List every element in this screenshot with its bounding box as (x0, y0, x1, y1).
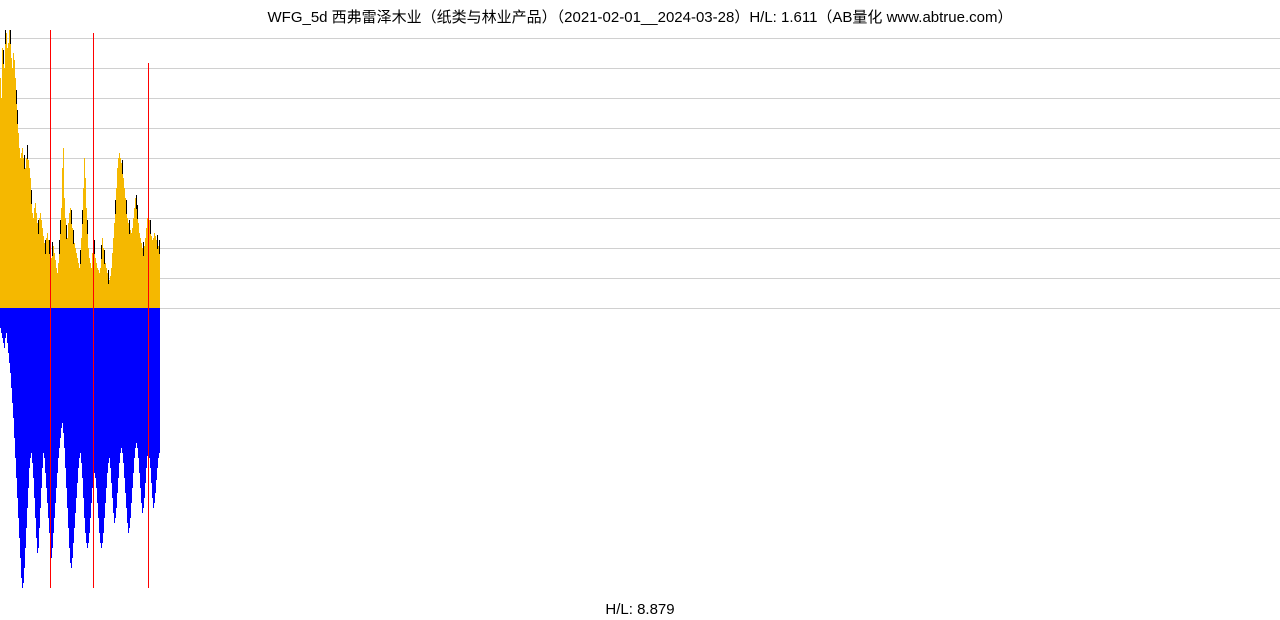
bar-overlay (104, 250, 105, 264)
bar-overlay (24, 155, 25, 169)
gridlines (0, 28, 1280, 308)
bar-overlay (10, 30, 11, 44)
bar-highlight (50, 30, 51, 588)
gridline (0, 278, 1280, 279)
gridline (0, 248, 1280, 249)
bar-overlay (31, 190, 32, 204)
chart-title: WFG_5d 西弗雷泽木业（纸类与林业产品）（2021-02-01__2024-… (0, 6, 1280, 27)
bar-overlay (66, 225, 67, 239)
bar-overlay (3, 50, 4, 64)
bar-overlay (87, 220, 88, 234)
gridline (0, 308, 1280, 309)
gridline (0, 188, 1280, 189)
bar-up (159, 248, 160, 308)
gridline (0, 38, 1280, 39)
bar-overlay (159, 240, 160, 254)
bar-overlay (122, 160, 123, 174)
bar-overlay (126, 200, 127, 214)
bar-overlay (150, 220, 151, 234)
chart-area (0, 28, 1280, 596)
bar-highlight (148, 63, 149, 588)
gridline (0, 98, 1280, 99)
bar-overlay (16, 90, 17, 104)
bar-overlay (94, 240, 95, 254)
bar-overlay (71, 210, 72, 224)
bar-overlay (17, 110, 18, 124)
bar-overlay (27, 145, 28, 159)
footer-label: H/L: 8.879 (0, 601, 1280, 618)
gridline (0, 68, 1280, 69)
bars-container (0, 28, 160, 596)
bar-overlay (137, 205, 138, 219)
gridline (0, 218, 1280, 219)
gridline (0, 158, 1280, 159)
bar-highlight (93, 33, 94, 588)
gridline (0, 128, 1280, 129)
bar-overlay (73, 230, 74, 244)
bar-down (159, 308, 160, 453)
